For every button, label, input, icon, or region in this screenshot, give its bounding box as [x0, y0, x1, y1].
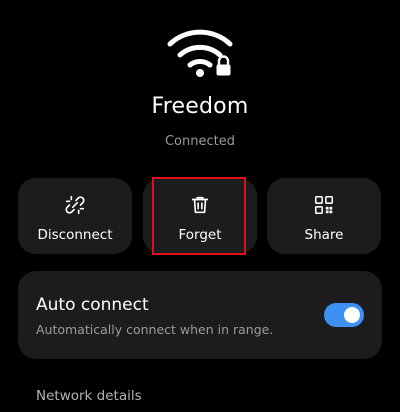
forget-button[interactable]: Forget — [143, 178, 257, 254]
auto-connect-toggle[interactable] — [324, 303, 364, 327]
auto-connect-title: Auto connect — [36, 295, 149, 315]
unlink-icon — [65, 195, 85, 215]
lock-icon — [216, 55, 231, 76]
connection-status: Connected — [164, 134, 235, 149]
toggle-knob — [344, 307, 360, 323]
qr-code-icon — [314, 195, 334, 215]
trash-icon — [191, 196, 209, 214]
forget-label: Forget — [178, 227, 222, 243]
auto-connect-subtitle: Automatically connect when in range. — [36, 322, 274, 337]
share-label: Share — [304, 227, 344, 243]
network-details-label[interactable]: Network details — [36, 388, 142, 404]
disconnect-label: Disconnect — [37, 227, 113, 243]
share-button[interactable]: Share — [267, 178, 381, 254]
disconnect-button[interactable]: Disconnect — [18, 178, 132, 254]
wifi-locked-icon — [167, 29, 233, 77]
network-name: Freedom — [151, 94, 249, 119]
auto-connect-card[interactable]: Auto connect Automatically connect when … — [18, 271, 382, 359]
